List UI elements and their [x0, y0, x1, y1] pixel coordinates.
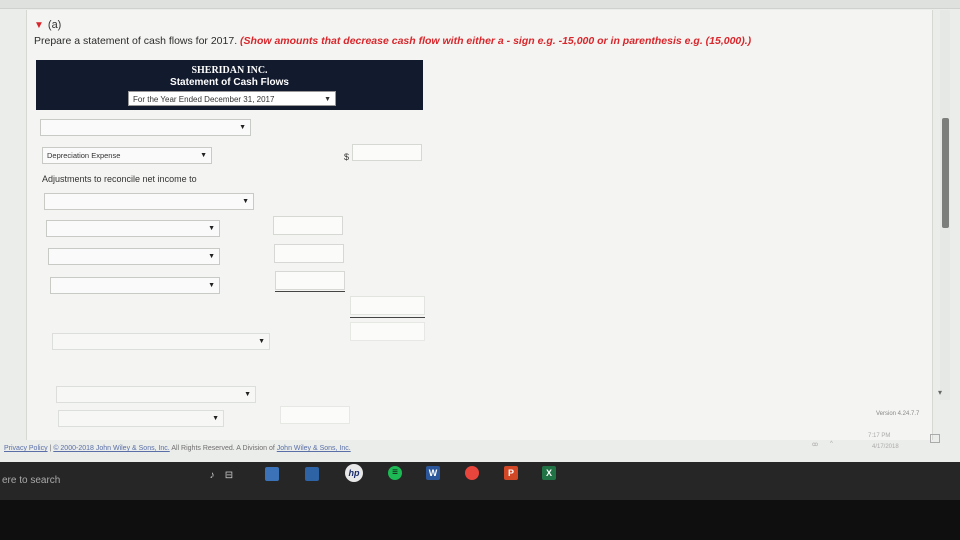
depreciation-amount-input[interactable] [352, 144, 422, 161]
net-cash-input[interactable] [350, 322, 425, 341]
subtotal-underline [275, 291, 345, 292]
chevron-down-icon: ▼ [244, 391, 251, 398]
statement-title: Statement of Cash Flows [170, 77, 289, 88]
chevron-down-icon: ▼ [208, 282, 215, 289]
adjustment-select-1[interactable]: ▼ [44, 193, 254, 210]
chevron-down-icon: ▼ [239, 124, 246, 131]
chevron-down-icon: ▼ [200, 152, 207, 159]
adjustment-select-2[interactable]: ▼ [46, 220, 220, 237]
chevron-down-icon: ▼ [208, 225, 215, 232]
total-underline [350, 317, 425, 318]
instructions: Prepare a statement of cash flows for 20… [34, 35, 751, 47]
copyright-link[interactable]: © 2000-2018 John Wiley & Sons, Inc. [53, 445, 169, 452]
file-explorer-icon[interactable] [265, 467, 279, 481]
activity-select-4[interactable]: ▼ [58, 410, 224, 427]
powerpoint-icon[interactable]: P [504, 466, 518, 480]
depreciation-select-value: Depreciation Expense [47, 151, 121, 160]
chevron-down-icon: ▼ [324, 96, 331, 103]
section-label: (a) [47, 19, 62, 31]
adjustment-select-3[interactable]: ▼ [48, 248, 220, 265]
total-adjustments-input[interactable] [350, 296, 425, 315]
spotify-icon[interactable]: ≡ [388, 466, 402, 480]
wiley-link[interactable]: John Wiley & Sons, Inc. [277, 445, 351, 452]
adjustment-amount-input-1[interactable] [273, 216, 343, 235]
activity-select-2[interactable]: ▼ [52, 333, 270, 350]
cash-flow-activity-select[interactable]: ▼ [40, 119, 251, 136]
adjustment-select-4[interactable]: ▼ [50, 277, 220, 294]
company-name: SHERIDAN INC. [191, 65, 268, 76]
privacy-policy-link[interactable]: Privacy Policy [4, 445, 48, 452]
rights-text: All Rights Reserved. A Division of [171, 445, 275, 452]
clock-date[interactable]: 4/17/2018 [872, 444, 899, 450]
scroll-down-icon[interactable]: ▾ [938, 388, 942, 397]
activity-select-3[interactable]: ▼ [56, 386, 256, 403]
clock-time[interactable]: 7:17 PM [868, 433, 890, 439]
chevron-down-icon: ▼ [212, 415, 219, 422]
excel-icon[interactable]: X [542, 466, 556, 480]
investing-amount-input[interactable] [280, 406, 350, 424]
word-icon[interactable]: W [426, 466, 440, 480]
chevron-down-icon: ▼ [208, 253, 215, 260]
section-toggle[interactable]: ▼ (a) [34, 19, 61, 31]
instruction-note: (Show amounts that decrease cash flow wi… [240, 35, 752, 47]
monitor-bezel [0, 500, 960, 540]
footer-separator: | [49, 445, 52, 452]
taskbar-search-placeholder: ere to search [2, 475, 61, 486]
instruction-text: Prepare a statement of cash flows for 20… [34, 35, 238, 47]
chevron-down-icon: ▼ [242, 198, 249, 205]
browser-top-strip [0, 0, 960, 9]
chrome-icon[interactable] [465, 466, 479, 480]
people-icon[interactable]: ꝏ [812, 441, 818, 448]
adjustment-amount-input-3[interactable] [275, 271, 345, 290]
adjustments-label: Adjustments to reconcile net income to [42, 174, 197, 184]
notifications-icon[interactable] [930, 434, 940, 443]
version-label: Version 4.24.7.7 [876, 411, 920, 417]
adjustment-amount-input-2[interactable] [274, 244, 344, 263]
period-select[interactable]: For the Year Ended December 31, 2017 ▼ [128, 91, 336, 106]
chevron-up-icon[interactable]: ^ [830, 441, 833, 447]
taskbar-search[interactable]: ere to search [0, 470, 180, 492]
footer: Privacy Policy | © 2000-2018 John Wiley … [4, 445, 351, 452]
currency-symbol: $ [344, 152, 350, 162]
store-icon[interactable] [305, 467, 319, 481]
caret-down-icon: ▼ [34, 20, 44, 31]
depreciation-select[interactable]: Depreciation Expense ▼ [42, 147, 212, 164]
chevron-down-icon: ▼ [258, 338, 265, 345]
task-view-icon[interactable]: ⊟ [222, 469, 236, 483]
scrollbar-thumb[interactable] [942, 118, 949, 228]
period-select-value: For the Year Ended December 31, 2017 [133, 95, 275, 104]
microphone-icon[interactable]: ♪ [205, 469, 219, 483]
hp-app-icon[interactable]: hp [345, 464, 363, 482]
